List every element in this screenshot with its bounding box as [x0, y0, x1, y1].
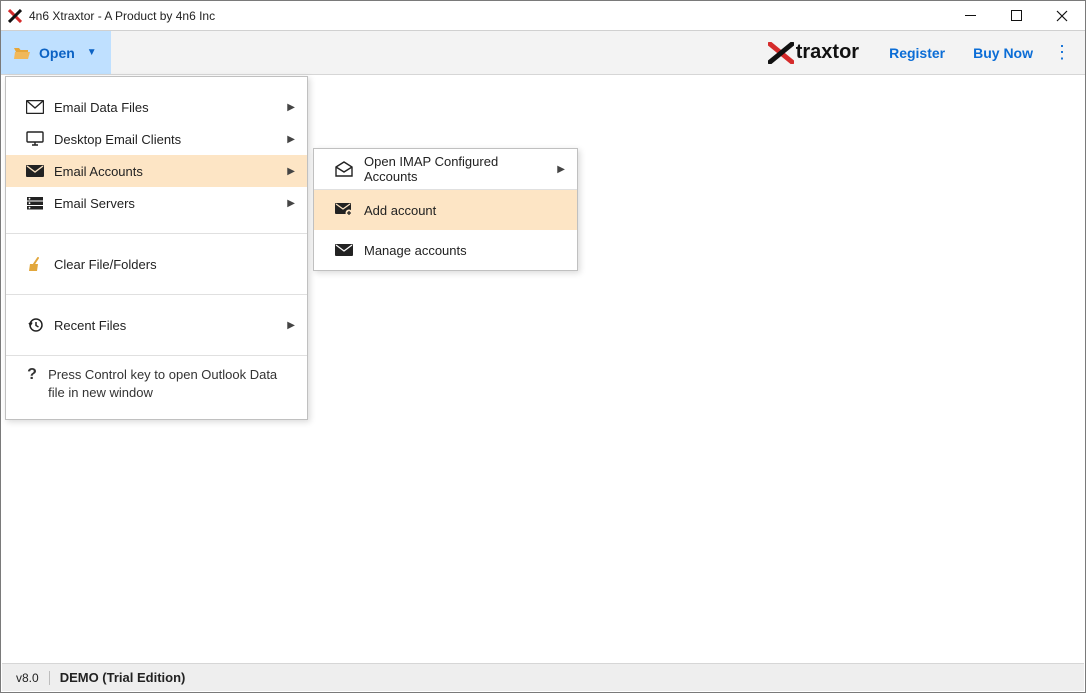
menu-item-email-data-files[interactable]: Email Data Files ▶ — [6, 91, 307, 123]
edition-label: DEMO (Trial Edition) — [60, 670, 186, 685]
maximize-button[interactable] — [993, 1, 1039, 31]
brand-text: traxtor — [796, 41, 859, 64]
menu-item-recent-files[interactable]: Recent Files ▶ — [6, 309, 307, 341]
submenu-item-label: Add account — [364, 203, 565, 218]
email-accounts-submenu: Open IMAP Configured Accounts ▶ Add acco… — [313, 148, 578, 271]
submenu-item-label: Manage accounts — [364, 243, 565, 258]
menu-item-desktop-email-clients[interactable]: Desktop Email Clients ▶ — [6, 123, 307, 155]
open-menu-button[interactable]: Open ▼ — [1, 31, 111, 74]
window-title: 4n6 Xtraxtor - A Product by 4n6 Inc — [29, 9, 215, 23]
menu-tip-text: Press Control key to open Outlook Data f… — [48, 366, 295, 401]
brand-logo: traxtor — [752, 31, 875, 74]
status-separator — [49, 671, 50, 685]
open-dropdown-menu: Email Data Files ▶ Desktop Email Clients… — [5, 76, 308, 420]
close-button[interactable] — [1039, 1, 1085, 31]
submenu-item-open-imap[interactable]: Open IMAP Configured Accounts ▶ — [314, 149, 577, 189]
server-icon — [24, 196, 46, 210]
desktop-icon — [24, 131, 46, 147]
mail-icon — [24, 100, 46, 114]
chevron-right-icon: ▶ — [287, 320, 295, 331]
menu-item-label: Desktop Email Clients — [54, 132, 287, 147]
minimize-button[interactable] — [947, 1, 993, 31]
menu-item-label: Email Servers — [54, 196, 287, 211]
chevron-right-icon: ▶ — [287, 102, 295, 113]
folder-open-icon — [13, 45, 31, 61]
app-logo-icon — [7, 8, 23, 24]
register-link[interactable]: Register — [875, 31, 959, 74]
main-toolbar: Open ▼ traxtor Register Buy Now ⋮ — [1, 31, 1085, 75]
mail-gear-icon — [332, 244, 356, 256]
chevron-right-icon: ▶ — [287, 134, 295, 145]
help-icon: ? — [24, 366, 40, 401]
buy-now-link[interactable]: Buy Now — [959, 31, 1047, 74]
broom-icon — [24, 256, 46, 272]
version-label: v8.0 — [16, 671, 39, 685]
menu-item-label: Clear File/Folders — [54, 257, 295, 272]
menu-item-label: Recent Files — [54, 318, 287, 333]
submenu-item-add-account[interactable]: Add account — [314, 190, 577, 230]
menu-item-email-servers[interactable]: Email Servers ▶ — [6, 187, 307, 219]
mail-open-icon — [332, 161, 356, 177]
envelope-icon — [24, 165, 46, 177]
open-label: Open — [39, 45, 75, 61]
status-bar: v8.0 DEMO (Trial Edition) — [2, 663, 1084, 691]
menu-item-label: Email Accounts — [54, 164, 287, 179]
history-icon — [24, 317, 46, 333]
mail-plus-icon — [332, 203, 356, 217]
chevron-right-icon: ▶ — [557, 164, 565, 175]
chevron-right-icon: ▶ — [287, 166, 295, 177]
menu-tip: ? Press Control key to open Outlook Data… — [6, 356, 307, 419]
menu-item-clear-files[interactable]: Clear File/Folders — [6, 248, 307, 280]
chevron-right-icon: ▶ — [287, 198, 295, 209]
menu-item-email-accounts[interactable]: Email Accounts ▶ — [6, 155, 307, 187]
caret-down-icon: ▼ — [87, 47, 97, 58]
menu-item-label: Email Data Files — [54, 100, 287, 115]
title-bar: 4n6 Xtraxtor - A Product by 4n6 Inc — [1, 1, 1085, 31]
more-menu-button[interactable]: ⋮ — [1047, 31, 1077, 74]
submenu-item-label: Open IMAP Configured Accounts — [364, 154, 549, 184]
submenu-item-manage-accounts[interactable]: Manage accounts — [314, 230, 577, 270]
